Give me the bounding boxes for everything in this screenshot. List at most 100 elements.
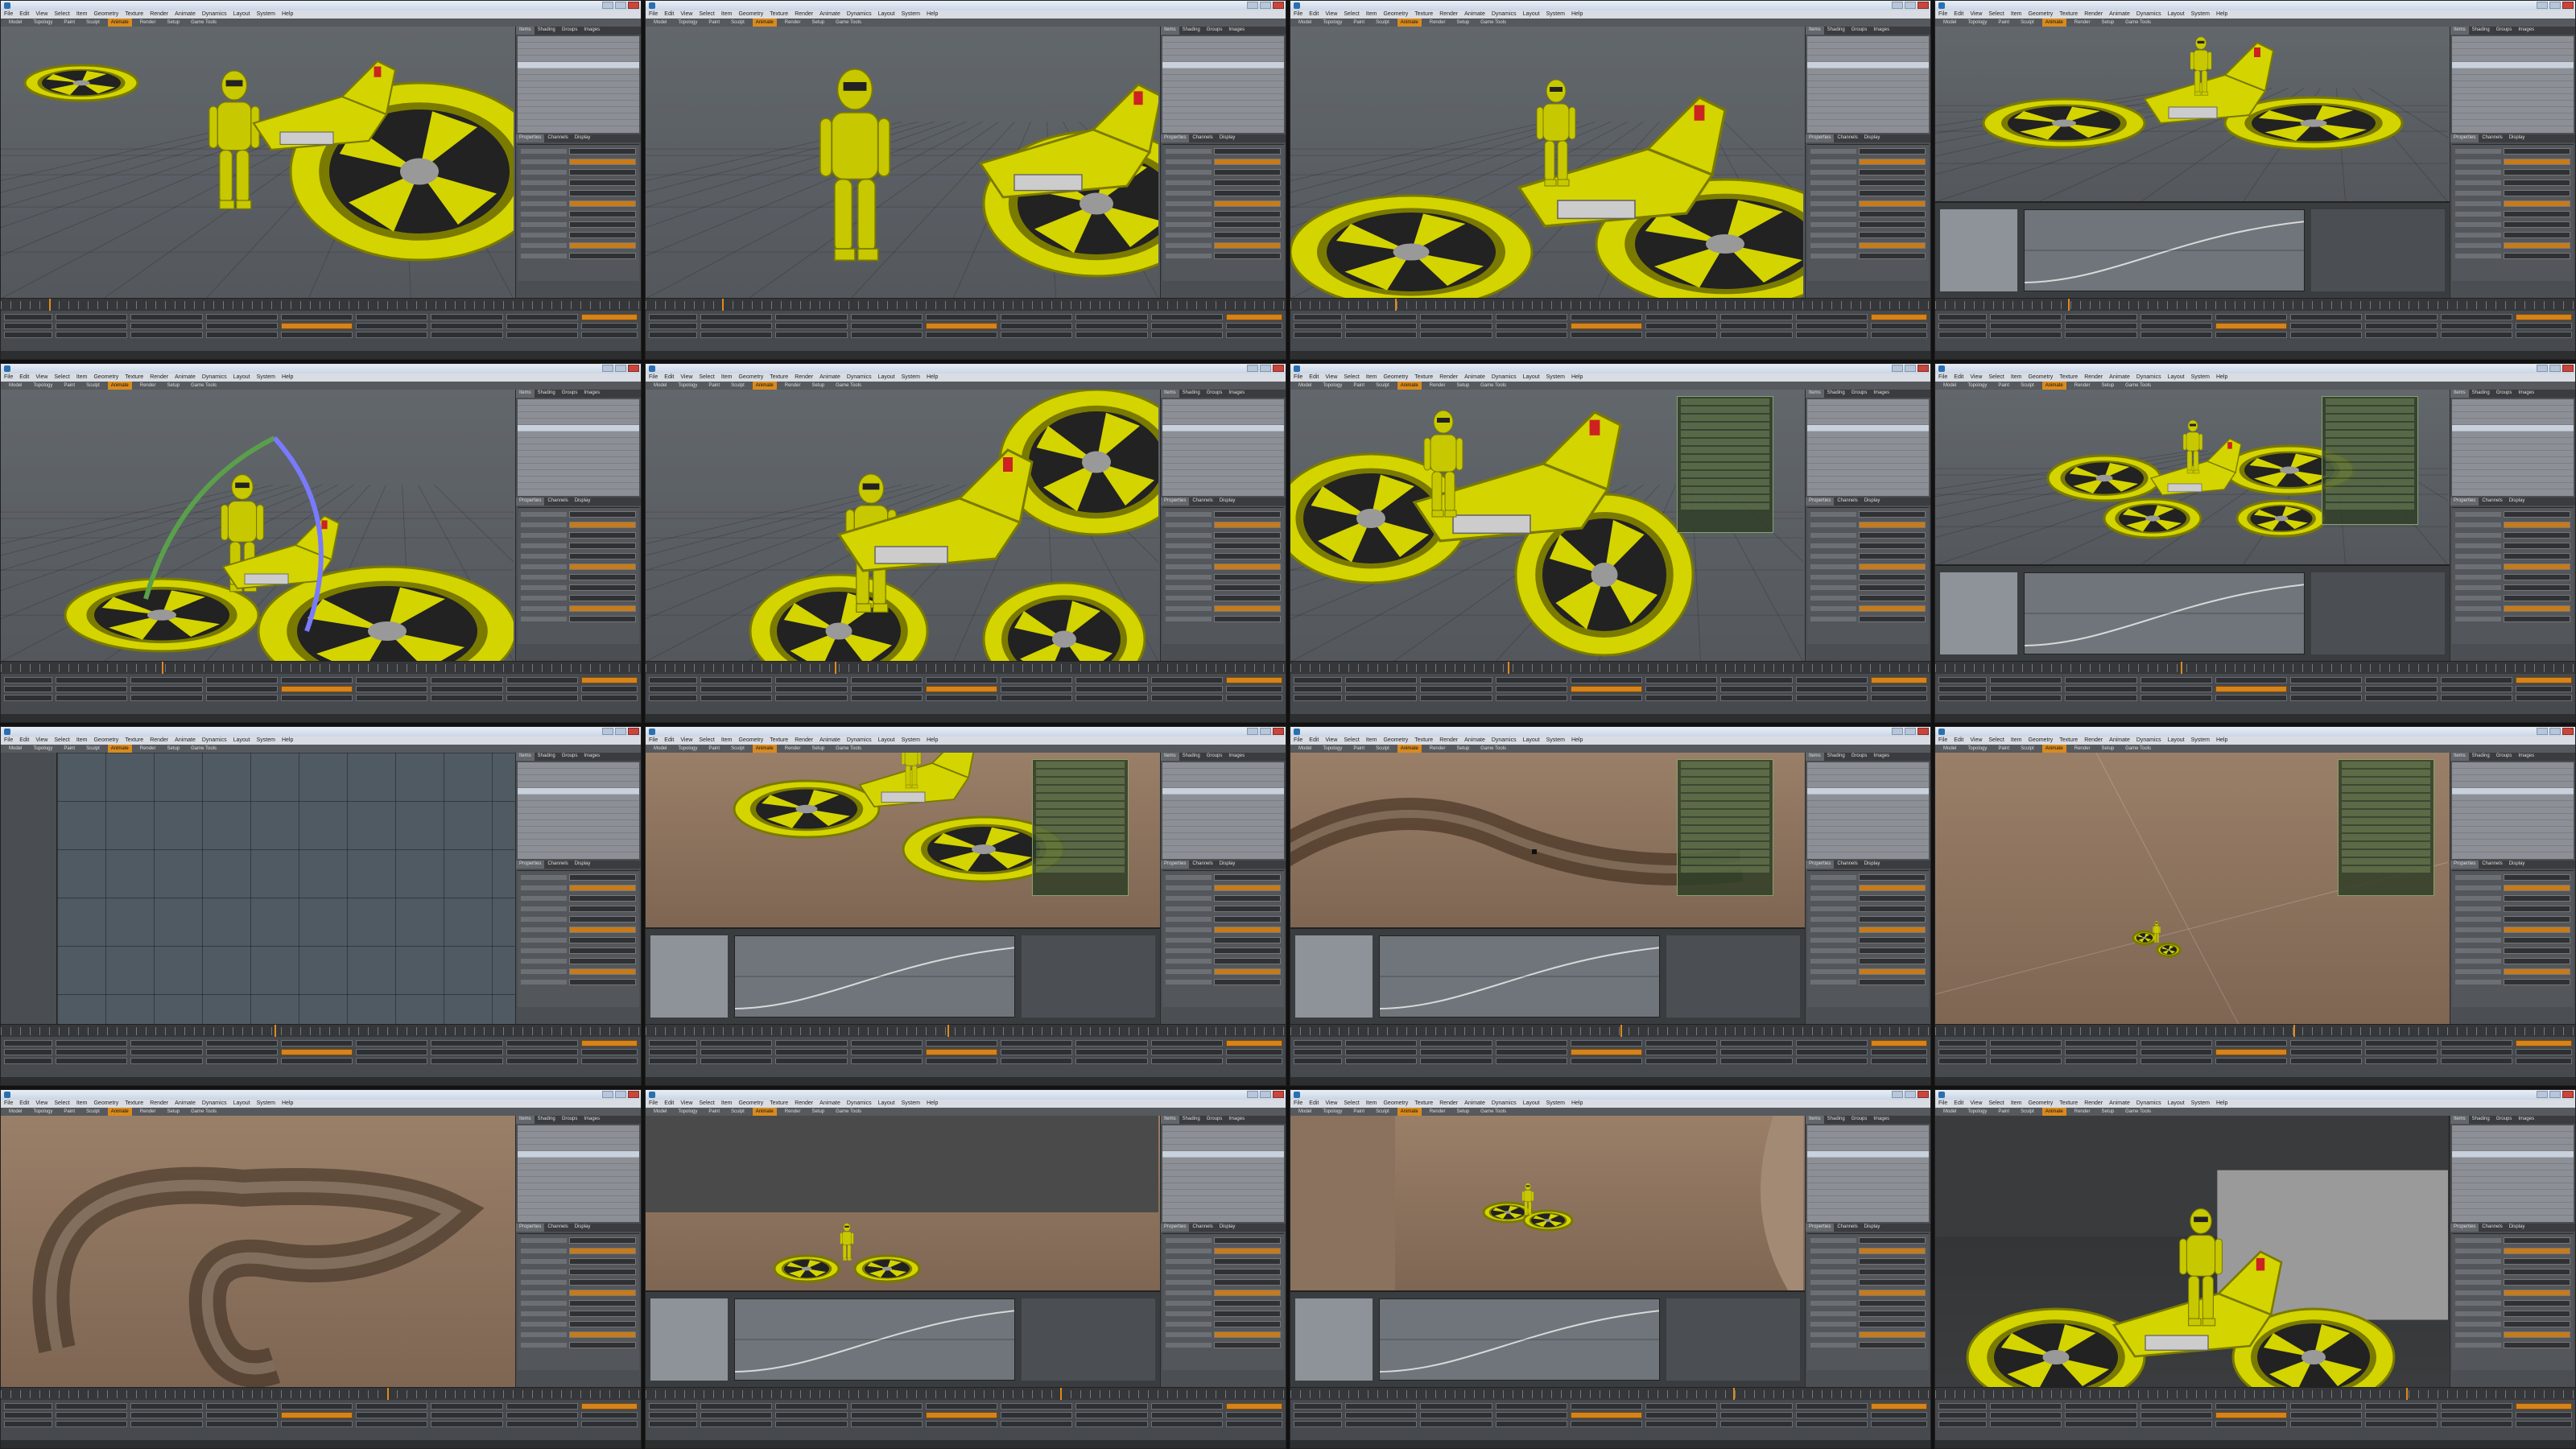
- property-field[interactable]: [569, 1237, 636, 1244]
- control-field[interactable]: [1938, 1040, 1987, 1046]
- items-list[interactable]: [1807, 36, 1929, 133]
- list-item[interactable]: [1162, 1151, 1284, 1158]
- control-field[interactable]: [2515, 1049, 2572, 1055]
- menu-item[interactable]: View: [680, 374, 692, 382]
- control-field[interactable]: [1001, 1058, 1073, 1064]
- control-field[interactable]: [2215, 1412, 2288, 1418]
- list-item[interactable]: [1807, 1196, 1929, 1203]
- control-field[interactable]: [4, 314, 52, 320]
- control-field[interactable]: [850, 695, 923, 701]
- panel-tab[interactable]: Channels: [1834, 861, 1860, 869]
- control-field[interactable]: [431, 332, 503, 338]
- control-field[interactable]: [1938, 1421, 1987, 1427]
- control-field[interactable]: [2215, 677, 2288, 683]
- menu-item[interactable]: Help: [282, 1100, 293, 1108]
- property-field[interactable]: [1859, 522, 1926, 528]
- menu-item[interactable]: Edit: [664, 737, 674, 745]
- property-field[interactable]: [1859, 1321, 1926, 1327]
- control-field[interactable]: [1645, 1412, 1718, 1418]
- list-item[interactable]: [518, 1196, 639, 1203]
- control-field[interactable]: [1870, 1412, 1927, 1418]
- menu-item[interactable]: Texture: [2059, 10, 2078, 19]
- menu-item[interactable]: Help: [282, 10, 293, 19]
- panel-tab[interactable]: Images: [580, 390, 603, 398]
- property-field[interactable]: [569, 906, 636, 912]
- close-button[interactable]: [1273, 2, 1284, 9]
- control-field[interactable]: [850, 1403, 923, 1410]
- control-field[interactable]: [1990, 1412, 2062, 1418]
- control-field[interactable]: [850, 1412, 923, 1418]
- control-field[interactable]: [280, 323, 353, 329]
- list-item[interactable]: [2452, 801, 2574, 807]
- property-field[interactable]: [1214, 200, 1281, 207]
- list-item[interactable]: [518, 833, 639, 840]
- list-item[interactable]: [518, 431, 639, 438]
- control-field[interactable]: [580, 677, 638, 683]
- toolbar-tab[interactable]: Paint: [60, 745, 78, 753]
- playhead[interactable]: [49, 299, 51, 312]
- property-field[interactable]: [1214, 906, 1281, 912]
- menu-item[interactable]: File: [649, 1100, 658, 1108]
- panel-tab[interactable]: Shading: [535, 390, 559, 398]
- list-item[interactable]: [1807, 1177, 1929, 1183]
- panel-tab[interactable]: Channels: [1834, 1224, 1860, 1232]
- control-field[interactable]: [580, 314, 638, 320]
- panel-tab[interactable]: Items: [1806, 1116, 1824, 1124]
- control-field[interactable]: [205, 1403, 278, 1410]
- control-field[interactable]: [4, 332, 52, 338]
- list-item[interactable]: [518, 477, 639, 483]
- control-field[interactable]: [130, 677, 203, 683]
- toolbar-tab[interactable]: Game Tools: [188, 745, 220, 753]
- panel-tab[interactable]: Properties: [1806, 497, 1835, 506]
- control-field[interactable]: [1938, 332, 1987, 338]
- control-field[interactable]: [1294, 1421, 1342, 1427]
- toolbar-tab[interactable]: Sculpt: [2017, 1108, 2037, 1116]
- menu-item[interactable]: View: [1970, 374, 1982, 382]
- list-item[interactable]: [518, 444, 639, 451]
- control-field[interactable]: [1570, 1049, 1643, 1055]
- hud-overlay[interactable]: [1032, 759, 1129, 896]
- menu-item[interactable]: Render: [2084, 374, 2103, 382]
- list-item[interactable]: [518, 1177, 639, 1183]
- control-field[interactable]: [2140, 1403, 2212, 1410]
- list-item[interactable]: [1162, 1164, 1284, 1170]
- menu-item[interactable]: View: [35, 10, 47, 19]
- toolbar-tab[interactable]: Sculpt: [2017, 382, 2037, 390]
- control-field[interactable]: [2440, 1412, 2512, 1418]
- control-field[interactable]: [1225, 323, 1282, 329]
- menu-item[interactable]: Select: [54, 1100, 69, 1108]
- list-item[interactable]: [2452, 114, 2574, 120]
- maximize-button[interactable]: [2549, 728, 2561, 735]
- 3d-viewport[interactable]: [1290, 1116, 1805, 1290]
- control-field[interactable]: [2065, 686, 2137, 692]
- control-field[interactable]: [130, 1040, 203, 1046]
- menu-item[interactable]: View: [1325, 374, 1337, 382]
- menu-item[interactable]: Edit: [19, 737, 29, 745]
- menu-item[interactable]: Geometry: [738, 10, 763, 19]
- timeline[interactable]: [1935, 661, 2575, 675]
- list-item[interactable]: [518, 88, 639, 94]
- window-titlebar[interactable]: [1, 364, 641, 374]
- panel-tab[interactable]: Channels: [544, 134, 571, 142]
- control-field[interactable]: [2515, 1040, 2572, 1046]
- list-item[interactable]: [1807, 412, 1929, 419]
- control-field[interactable]: [2290, 1421, 2363, 1427]
- list-item[interactable]: [1807, 101, 1929, 107]
- menu-item[interactable]: Dynamics: [202, 374, 227, 382]
- menu-item[interactable]: Render: [150, 374, 168, 382]
- property-field[interactable]: [569, 1290, 636, 1296]
- menu-item[interactable]: Layout: [878, 1100, 895, 1108]
- property-field[interactable]: [569, 885, 636, 891]
- control-field[interactable]: [850, 1040, 923, 1046]
- playhead[interactable]: [2068, 299, 2070, 312]
- control-field[interactable]: [775, 1049, 848, 1055]
- menu-item[interactable]: Render: [2084, 1100, 2103, 1108]
- menu-item[interactable]: Item: [2011, 10, 2022, 19]
- list-item[interactable]: [1807, 107, 1929, 114]
- property-field[interactable]: [1214, 979, 1281, 985]
- control-field[interactable]: [130, 1049, 203, 1055]
- control-field[interactable]: [431, 686, 503, 692]
- maximize-button[interactable]: [2549, 2, 2561, 9]
- list-item[interactable]: [2452, 75, 2574, 81]
- property-field[interactable]: [2504, 148, 2570, 155]
